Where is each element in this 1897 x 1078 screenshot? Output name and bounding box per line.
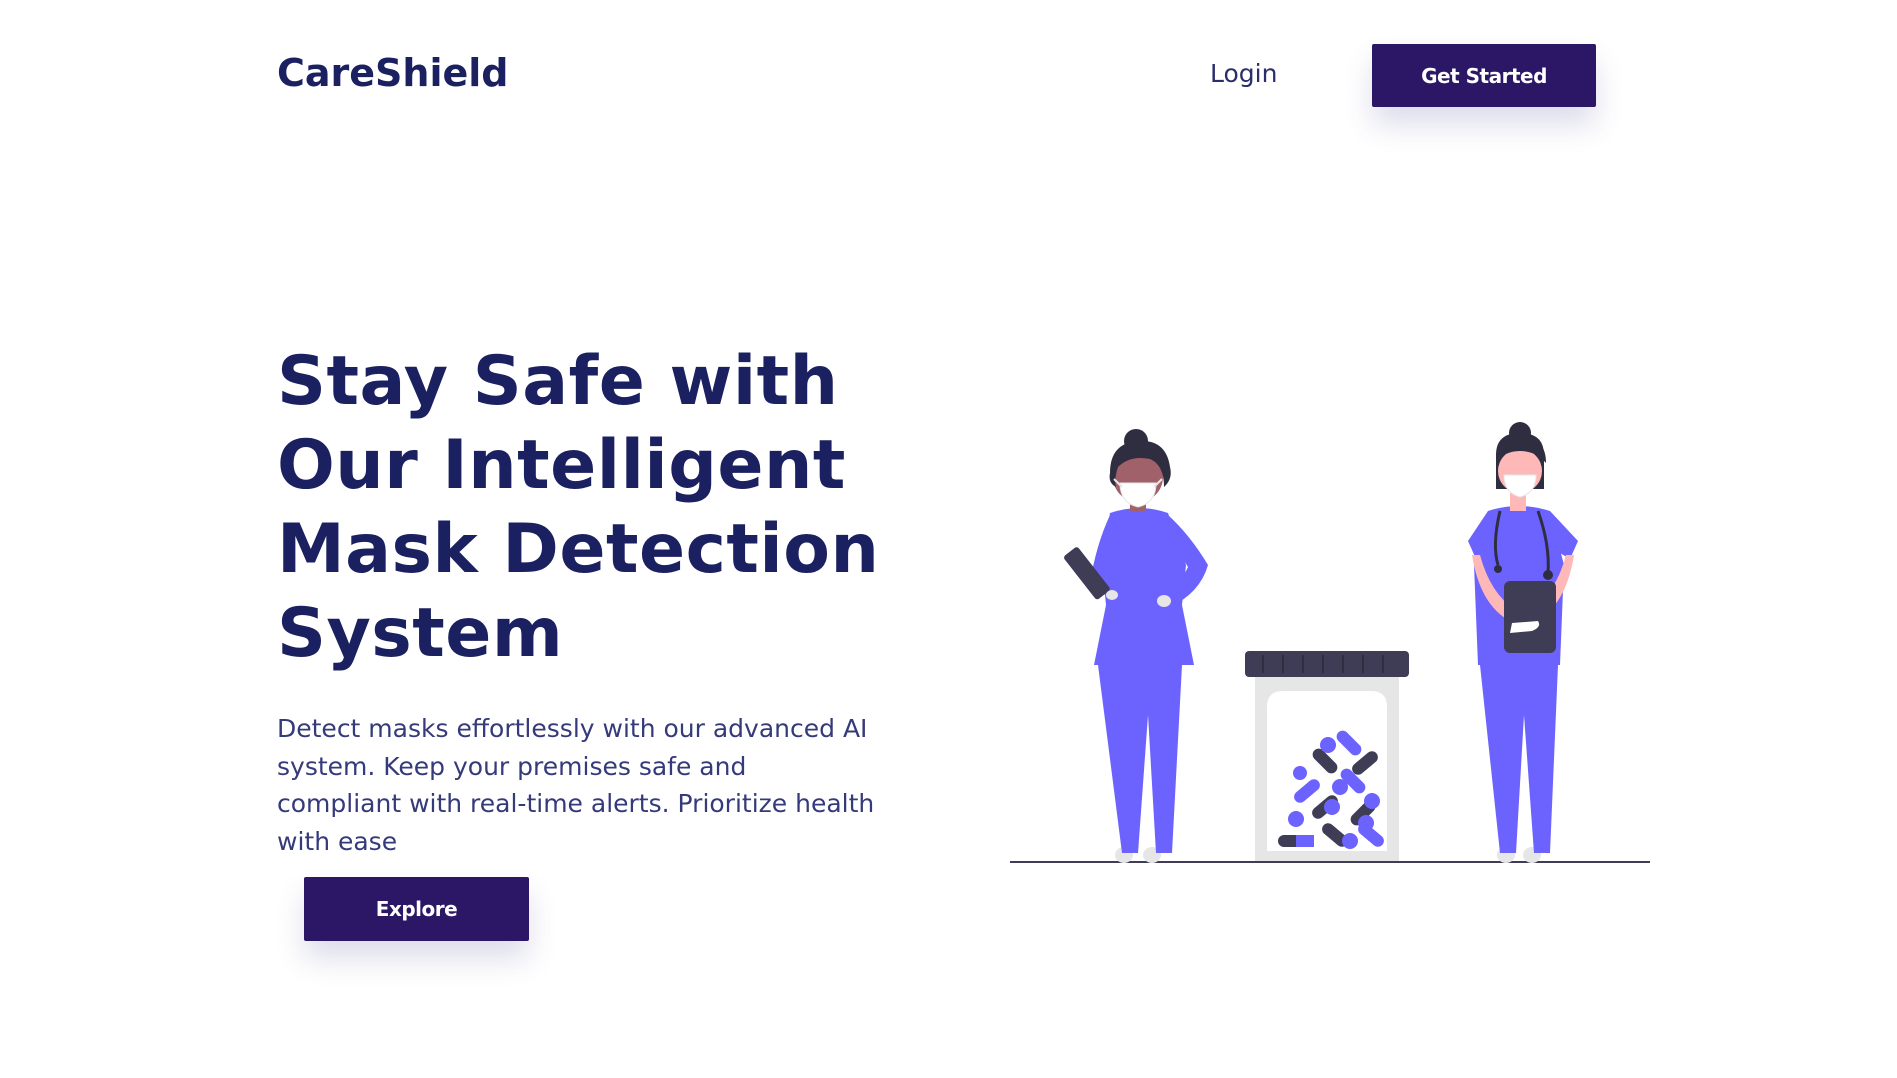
brand-logo[interactable]: CareShield	[277, 48, 509, 98]
right-nurse-figure	[1468, 422, 1578, 863]
medical-staff-illustration	[1010, 422, 1650, 863]
landing-page: CareShield Login Get Started Stay Safe w…	[0, 0, 1897, 1078]
pill-jar	[1245, 651, 1409, 861]
explore-button[interactable]: Explore	[304, 877, 529, 941]
get-started-button[interactable]: Get Started	[1372, 44, 1596, 107]
hero-title: Stay Safe with Our Intelligent Mask Dete…	[277, 342, 880, 673]
login-link[interactable]: Login	[1210, 56, 1277, 92]
hero-description: Detect masks effortlessly with our advan…	[277, 714, 875, 856]
left-nurse-figure	[1064, 429, 1208, 863]
